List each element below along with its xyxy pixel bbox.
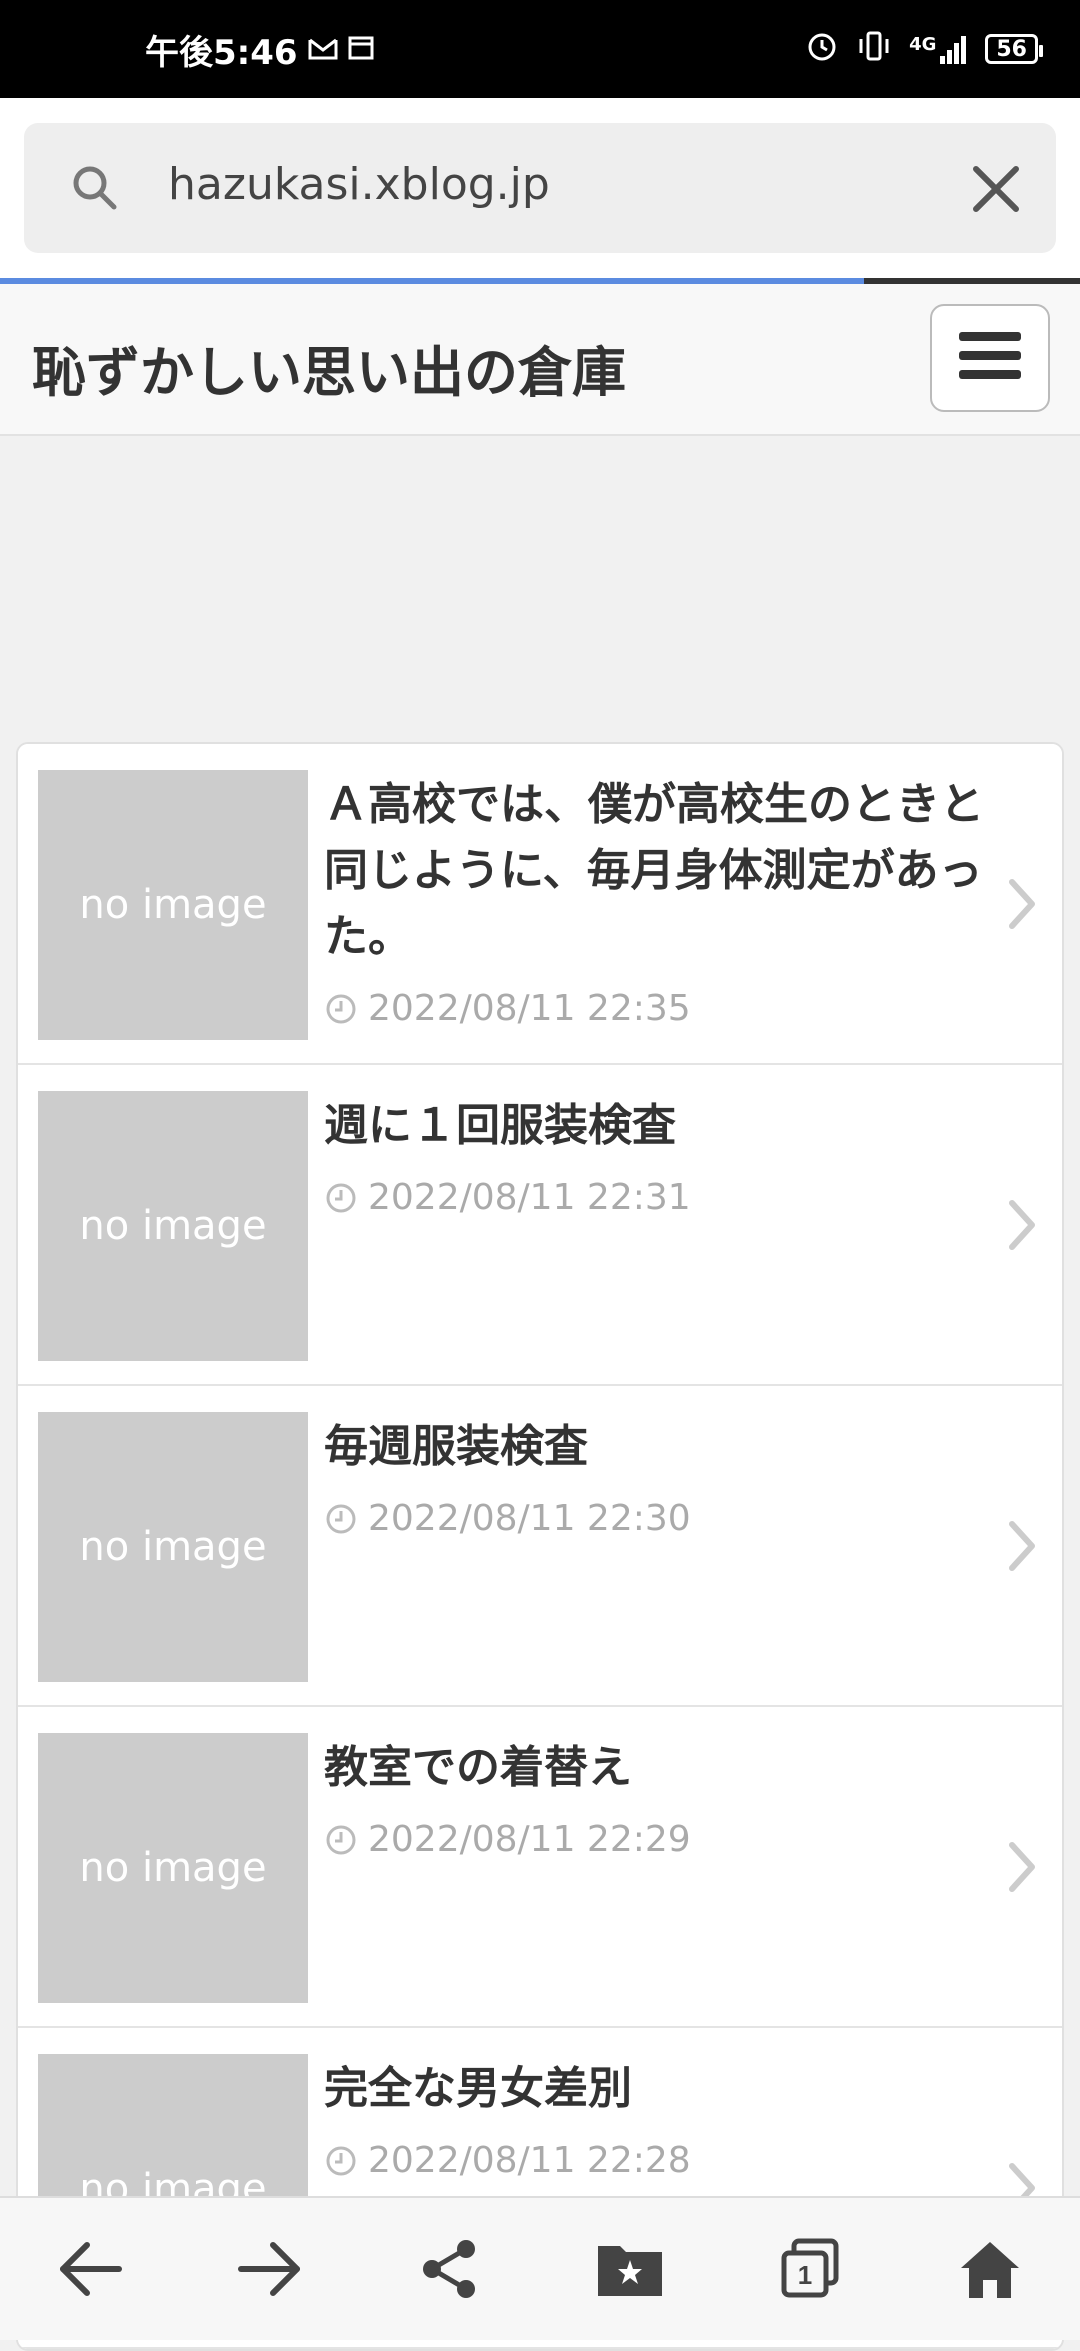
share-icon bbox=[423, 2240, 475, 2298]
article-list: no image Ａ高校では、僕が高校生のときと同じように、毎月身体測定があった… bbox=[16, 742, 1064, 2351]
thumbnail-placeholder-text: no image bbox=[79, 882, 267, 928]
vibrate-icon bbox=[857, 29, 891, 70]
url-field[interactable]: hazukasi.xblog.jp bbox=[24, 123, 1056, 253]
thumbnail-placeholder-text: no image bbox=[79, 1845, 267, 1891]
article-title-block[interactable]: 教室での着替え 2022/08/11 22:29 bbox=[324, 1735, 1024, 1873]
article-title[interactable]: 毎週服装検査 bbox=[324, 1414, 1024, 1480]
article-item[interactable]: no image Ａ高校では、僕が高校生のときと同じように、毎月身体測定があった… bbox=[18, 744, 1062, 1065]
clock-icon bbox=[326, 994, 356, 1024]
article-title-block[interactable]: Ａ高校では、僕が高校生のときと同じように、毎月身体測定があった。 2022/08… bbox=[324, 772, 1024, 1042]
article-thumbnail: no image bbox=[38, 1412, 308, 1682]
forward-button[interactable] bbox=[220, 2219, 320, 2319]
tabs-button[interactable]: 1 bbox=[760, 2219, 860, 2319]
clock-icon bbox=[326, 1504, 356, 1534]
clock-icon bbox=[326, 1825, 356, 1855]
chevron-right-icon bbox=[1009, 1842, 1035, 1892]
article-title[interactable]: 教室での着替え bbox=[324, 1735, 1024, 1801]
article-date-row: 2022/08/11 22:29 bbox=[324, 1807, 1024, 1873]
chevron-right-icon bbox=[1009, 1200, 1035, 1250]
thumbnail-placeholder-text: no image bbox=[79, 1524, 267, 1570]
bookmark-folder-icon bbox=[598, 2246, 662, 2296]
article-date: 2022/08/11 22:29 bbox=[368, 1819, 691, 1860]
clock-icon bbox=[326, 1183, 356, 1213]
article-title[interactable]: Ａ高校では、僕が高校生のときと同じように、毎月身体測定があった。 bbox=[324, 772, 1024, 970]
article-title[interactable]: 週に１回服装検査 bbox=[324, 1093, 1024, 1159]
article-title-block[interactable]: 毎週服装検査 2022/08/11 22:30 bbox=[324, 1414, 1024, 1552]
search-icon bbox=[68, 161, 122, 215]
calendar-icon bbox=[348, 29, 374, 69]
status-bar: 午後5:46 4G 56 bbox=[0, 0, 1080, 98]
article-title-block[interactable]: 週に１回服装検査 2022/08/11 22:31 bbox=[324, 1093, 1024, 1231]
article-item[interactable]: no image 教室での着替え 2022/08/11 22:29 bbox=[18, 1707, 1062, 2028]
battery-icon: 56 bbox=[985, 34, 1043, 64]
tabs-count: 1 bbox=[798, 2260, 812, 2290]
arrow-left-icon bbox=[60, 2242, 122, 2296]
bottom-navigation: 1 bbox=[0, 2196, 1080, 2340]
chevron-right-icon bbox=[1009, 1521, 1035, 1571]
article-date-row: 2022/08/11 22:28 bbox=[324, 2128, 1024, 2194]
bookmarks-button[interactable] bbox=[580, 2219, 680, 2319]
home-button[interactable] bbox=[940, 2219, 1040, 2319]
url-text[interactable]: hazukasi.xblog.jp bbox=[168, 159, 550, 210]
article-date-row: 2022/08/11 22:31 bbox=[324, 1165, 1024, 1231]
site-title[interactable]: 恥ずかしい思い出の倉庫 bbox=[32, 328, 626, 407]
article-item[interactable]: no image 毎週服装検査 2022/08/11 22:30 bbox=[18, 1386, 1062, 1707]
menu-button[interactable] bbox=[930, 304, 1050, 412]
clear-url-button[interactable] bbox=[968, 161, 1024, 217]
home-icon bbox=[961, 2242, 1019, 2298]
chevron-right-icon bbox=[1009, 879, 1035, 929]
article-date: 2022/08/11 22:31 bbox=[368, 1177, 691, 1218]
network-type: 4G bbox=[909, 34, 937, 55]
clock-icon bbox=[326, 2146, 356, 2176]
signal-icon: 4G bbox=[909, 34, 967, 64]
battery-level: 56 bbox=[996, 36, 1027, 62]
alarm-icon bbox=[805, 29, 839, 70]
article-thumbnail: no image bbox=[38, 1091, 308, 1361]
address-bar: hazukasi.xblog.jp bbox=[0, 98, 1080, 280]
article-date: 2022/08/11 22:28 bbox=[368, 2140, 691, 2181]
hamburger-icon bbox=[957, 328, 1023, 388]
tabs-icon: 1 bbox=[781, 2238, 839, 2298]
article-date: 2022/08/11 22:30 bbox=[368, 1498, 691, 1539]
back-button[interactable] bbox=[40, 2219, 140, 2319]
share-button[interactable] bbox=[400, 2219, 500, 2319]
article-title[interactable]: 完全な男女差別 bbox=[324, 2056, 1024, 2122]
site-header: 恥ずかしい思い出の倉庫 bbox=[0, 284, 1080, 436]
status-time: 午後5:46 bbox=[145, 32, 298, 73]
article-date: 2022/08/11 22:35 bbox=[368, 988, 691, 1029]
gmail-icon bbox=[308, 29, 338, 69]
article-thumbnail: no image bbox=[38, 1733, 308, 2003]
arrow-right-icon bbox=[238, 2242, 300, 2296]
article-item[interactable]: no image 週に１回服装検査 2022/08/11 22:31 bbox=[18, 1065, 1062, 1386]
article-date-row: 2022/08/11 22:30 bbox=[324, 1486, 1024, 1552]
thumbnail-placeholder-text: no image bbox=[79, 1203, 267, 1249]
article-thumbnail: no image bbox=[38, 770, 308, 1040]
article-date-row: 2022/08/11 22:35 bbox=[324, 976, 1024, 1042]
article-title-block[interactable]: 完全な男女差別 2022/08/11 22:28 bbox=[324, 2056, 1024, 2194]
